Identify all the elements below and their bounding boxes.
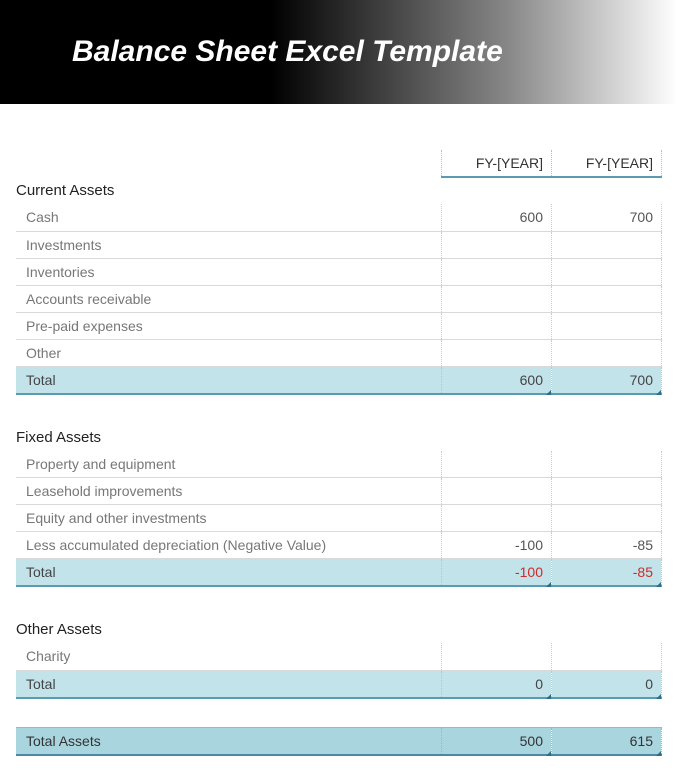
cell-y1: -100: [442, 559, 552, 587]
row-other: Other: [16, 339, 662, 366]
cell-y2: [552, 285, 662, 312]
cell-y1: -100: [442, 532, 552, 559]
cell-y1: [442, 478, 552, 505]
row-label: Inventories: [16, 258, 442, 285]
row-label: Leasehold improvements: [16, 478, 442, 505]
row-prepaid: Pre-paid expenses: [16, 312, 662, 339]
col-year1: FY-[YEAR]: [442, 150, 552, 177]
cell-y2: 0: [552, 670, 662, 698]
cell-y1: [442, 285, 552, 312]
row-label: Total: [16, 366, 442, 394]
page-title: Balance Sheet Excel Template: [72, 35, 503, 69]
cell-y1: 600: [442, 366, 552, 394]
column-headers: FY-[YEAR] FY-[YEAR]: [16, 150, 662, 177]
row-charity: Charity: [16, 643, 662, 670]
cell-y2: 615: [552, 728, 662, 756]
row-label: Equity and other investments: [16, 505, 442, 532]
cell-y2: [552, 339, 662, 366]
section-fixed-assets: Fixed Assets: [16, 424, 662, 451]
row-investments: Investments: [16, 231, 662, 258]
section-title: Current Assets: [16, 177, 442, 204]
cell-y1: [442, 258, 552, 285]
cell-y2: 700: [552, 204, 662, 231]
col-year2: FY-[YEAR]: [552, 150, 662, 177]
row-label: Total Assets: [16, 728, 442, 756]
cell-y2: -85: [552, 559, 662, 587]
cell-y1: [442, 505, 552, 532]
row-cash: Cash 600 700: [16, 204, 662, 231]
row-label: Accounts receivable: [16, 285, 442, 312]
row-total-fixed: Total -100 -85: [16, 559, 662, 587]
row-label: Charity: [16, 643, 442, 670]
cell-y1: 0: [442, 670, 552, 698]
cell-y2: [552, 258, 662, 285]
cell-y1: [442, 451, 552, 478]
section-other-assets: Other Assets: [16, 616, 662, 643]
balance-sheet: FY-[YEAR] FY-[YEAR] Current Assets Cash …: [0, 104, 678, 756]
row-leasehold: Leasehold improvements: [16, 478, 662, 505]
cell-y2: [552, 505, 662, 532]
row-total-assets: Total Assets 500 615: [16, 728, 662, 756]
row-label: Investments: [16, 231, 442, 258]
row-label: Total: [16, 559, 442, 587]
cell-y2: [552, 478, 662, 505]
cell-y2: -85: [552, 532, 662, 559]
section-title: Fixed Assets: [16, 424, 442, 451]
row-total-other: Total 0 0: [16, 670, 662, 698]
row-label: Property and equipment: [16, 451, 442, 478]
row-label: Pre-paid expenses: [16, 312, 442, 339]
row-label: Less accumulated depreciation (Negative …: [16, 532, 442, 559]
cell-y1: [442, 312, 552, 339]
cell-y1: [442, 339, 552, 366]
cell-y1: [442, 643, 552, 670]
balance-table: FY-[YEAR] FY-[YEAR] Current Assets Cash …: [16, 114, 662, 756]
row-equity-investments: Equity and other investments: [16, 505, 662, 532]
section-title: Other Assets: [16, 616, 442, 643]
row-label: Other: [16, 339, 442, 366]
section-current-assets: Current Assets: [16, 177, 662, 204]
row-total-current: Total 600 700: [16, 366, 662, 394]
cell-y2: 700: [552, 366, 662, 394]
cell-y2: [552, 312, 662, 339]
cell-y1: 600: [442, 204, 552, 231]
row-depreciation: Less accumulated depreciation (Negative …: [16, 532, 662, 559]
cell-y2: [552, 643, 662, 670]
cell-y1: 500: [442, 728, 552, 756]
cell-y2: [552, 231, 662, 258]
header-banner: Balance Sheet Excel Template: [0, 0, 678, 104]
row-accounts-receivable: Accounts receivable: [16, 285, 662, 312]
row-property: Property and equipment: [16, 451, 662, 478]
row-label: Total: [16, 670, 442, 698]
row-label: Cash: [16, 204, 442, 231]
row-inventories: Inventories: [16, 258, 662, 285]
cell-y1: [442, 231, 552, 258]
cell-y2: [552, 451, 662, 478]
